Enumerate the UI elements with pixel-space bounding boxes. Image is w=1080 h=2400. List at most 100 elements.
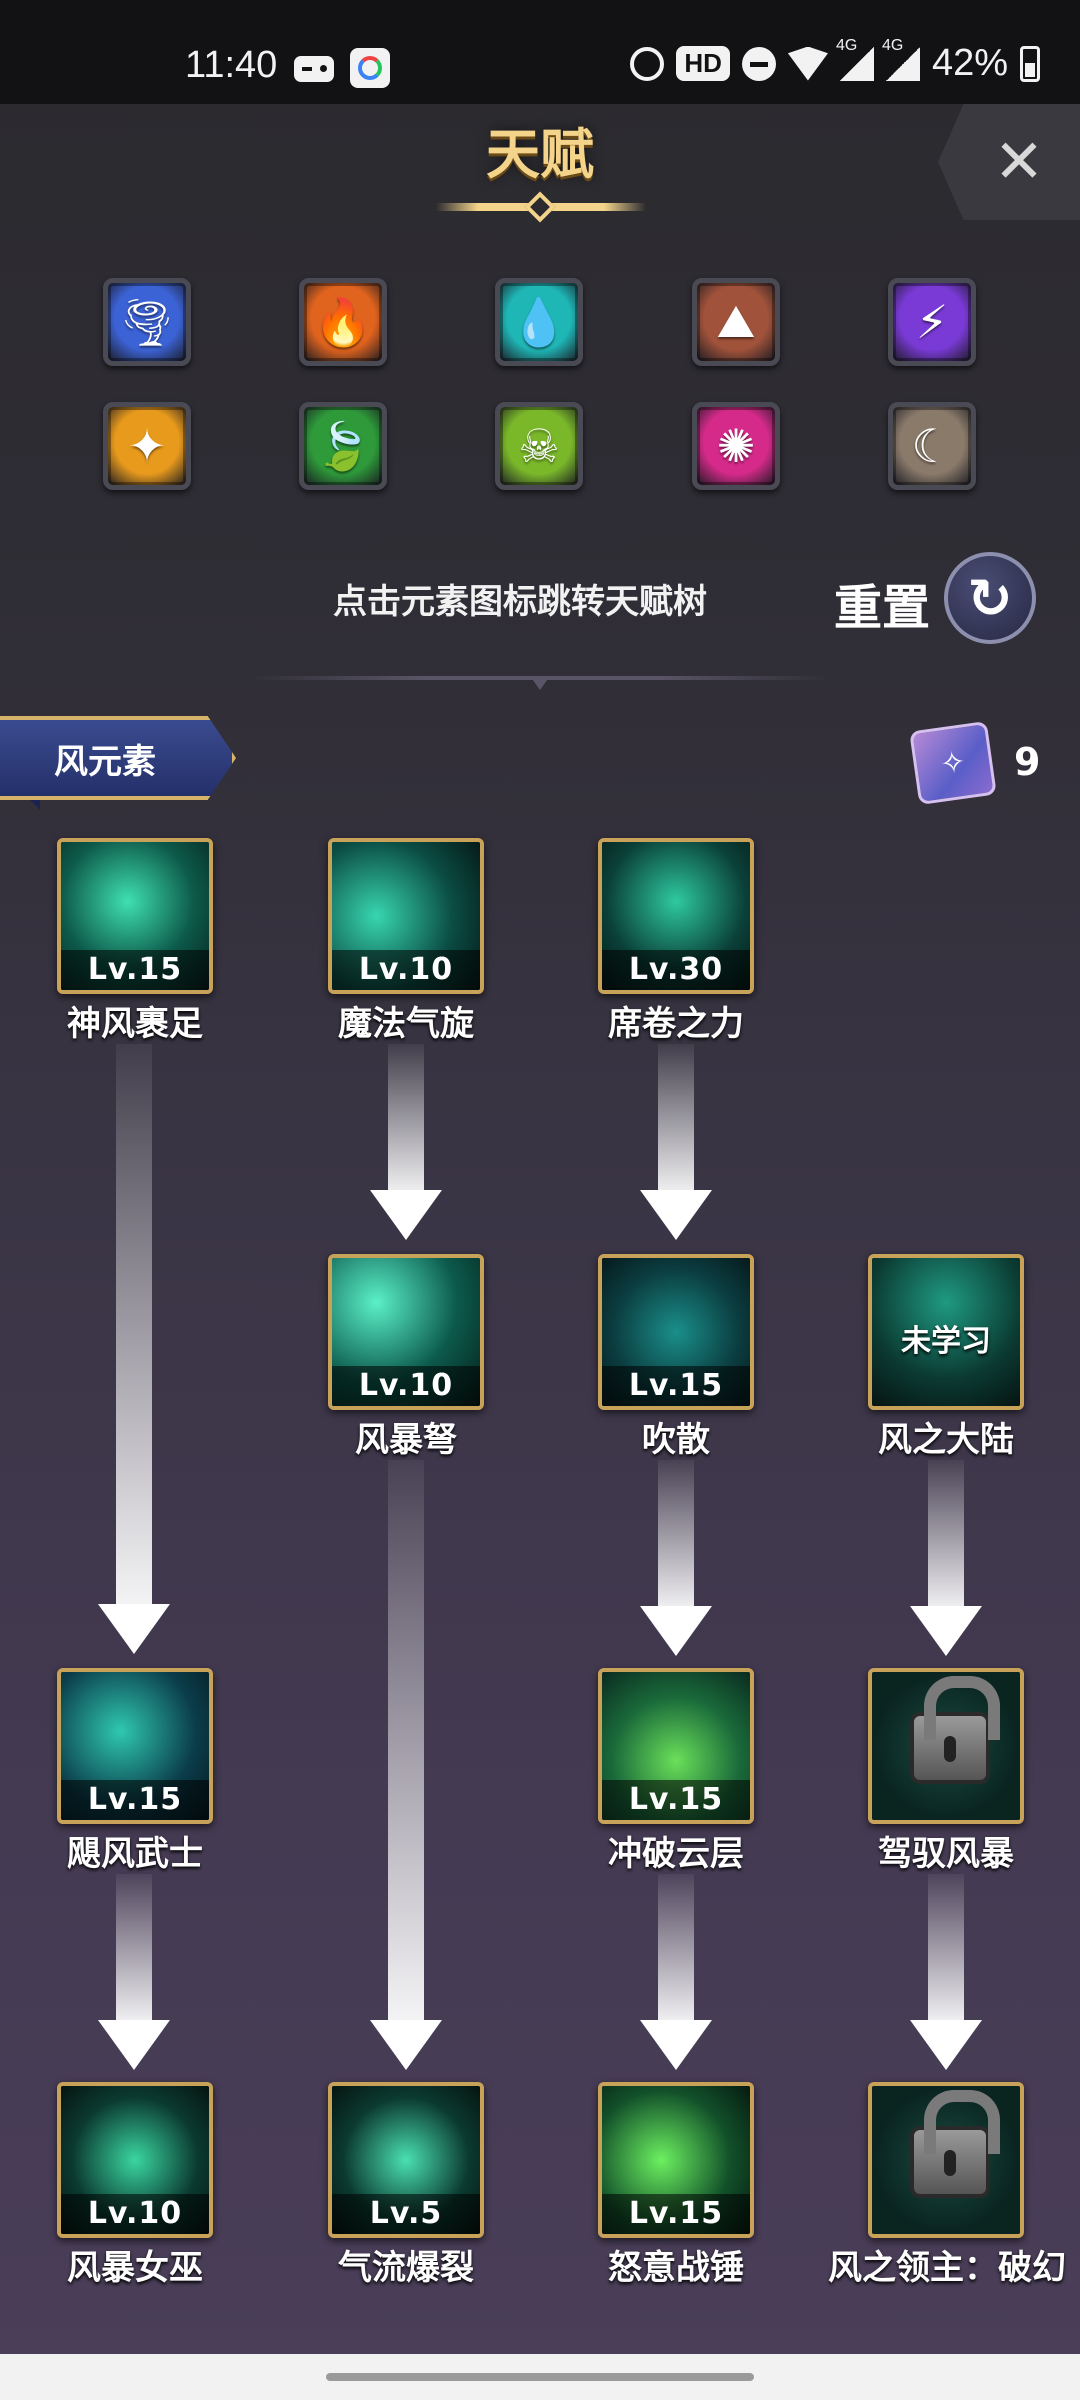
element-button-5[interactable]: ⚡ xyxy=(888,278,976,366)
skill-node-11[interactable]: Lv.5 气流爆裂 xyxy=(328,2082,484,2288)
close-icon: ✕ xyxy=(993,127,1045,197)
water-drop-icon: 💧 xyxy=(510,294,568,349)
skill-node-1[interactable]: Lv.15 神风裹足 xyxy=(57,838,213,1044)
signal-icon-2: 4G xyxy=(882,37,920,81)
skill-level: Lv.15 xyxy=(602,1780,750,1820)
skill-node-5[interactable]: Lv.15 吹散 xyxy=(598,1254,754,1460)
home-indicator[interactable] xyxy=(326,2373,754,2381)
skill-name: 风暴女巫 xyxy=(67,2248,203,2288)
element-button-2[interactable]: 🔥 xyxy=(299,278,387,366)
element-button-7[interactable]: 🍃 xyxy=(299,402,387,490)
skill-status: 未学习 xyxy=(901,1324,991,1359)
banner-label: 风元素 xyxy=(54,741,156,782)
reset-button[interactable]: ↻ xyxy=(944,552,1036,644)
signal-icon-1: 4G xyxy=(836,37,874,81)
skill-icon-frame: 未学习 xyxy=(868,1254,1024,1410)
do-not-disturb-icon xyxy=(741,46,776,81)
arrow-col2-long xyxy=(370,1460,442,2070)
skill-name: 冲破云层 xyxy=(608,1834,744,1874)
skill-name: 风之领主：破幻 xyxy=(828,2248,1066,2288)
gamepad-icon xyxy=(294,56,334,82)
status-indicators: HD 4G 4G 42% xyxy=(630,37,1040,85)
skill-node-12[interactable]: Lv.15 怒意战锤 xyxy=(598,2082,754,2288)
tornado-icon: 🌪 xyxy=(117,294,177,349)
close-button[interactable]: ✕ xyxy=(938,104,1080,220)
element-button-10[interactable]: ☾ xyxy=(888,402,976,490)
element-button-6[interactable]: ✦ xyxy=(103,402,191,490)
skill-node-10[interactable]: Lv.10 风暴女巫 xyxy=(57,2082,213,2288)
title-ornament-icon xyxy=(524,191,556,223)
redo-arrow-icon: ↻ xyxy=(967,566,1013,630)
status-bar: 11:40 HD 4G 4G 42% xyxy=(0,0,1080,104)
skill-node-9[interactable]: 驾驭风暴 xyxy=(868,1668,1024,1874)
skill-node-3[interactable]: Lv.30 席卷之力 xyxy=(598,838,754,1044)
arrow-col3-mid xyxy=(640,1460,712,1656)
skill-node-4[interactable]: Lv.10 风暴弩 xyxy=(328,1254,484,1460)
skill-level: Lv.15 xyxy=(61,1780,209,1820)
skill-name: 风之大陆 xyxy=(878,1420,1014,1460)
skill-icon-frame: Lv.10 xyxy=(328,838,484,994)
skill-level: Lv.10 xyxy=(61,2194,209,2234)
lightning-icon: ⚡ xyxy=(915,295,949,349)
skill-level: Lv.10 xyxy=(332,1366,480,1406)
skill-node-2[interactable]: Lv.10 魔法气旋 xyxy=(328,838,484,1044)
skill-node-6[interactable]: 未学习 风之大陆 xyxy=(868,1254,1024,1460)
wifi-icon xyxy=(787,46,828,81)
skill-level: Lv.15 xyxy=(61,950,209,990)
moon-icon: ☾ xyxy=(911,419,953,473)
element-button-1[interactable]: 🌪 xyxy=(103,278,191,366)
skill-name: 飓风武士 xyxy=(67,1834,203,1874)
skill-name: 席卷之力 xyxy=(608,1004,744,1044)
sun-burst-icon: ✺ xyxy=(716,419,756,473)
reset-label[interactable]: 重置 xyxy=(834,568,930,638)
skill-name: 风暴弩 xyxy=(355,1420,457,1460)
leaf-icon: 🍃 xyxy=(314,418,372,473)
skill-icon-frame: Lv.10 xyxy=(328,1254,484,1410)
skill-name: 怒意战锤 xyxy=(608,2248,744,2288)
arrow-col1-long xyxy=(98,1044,170,1654)
skill-icon-frame: Lv.15 xyxy=(57,1668,213,1824)
skill-node-13[interactable]: 风之领主：破幻 xyxy=(828,2082,1066,2288)
skill-name: 魔法气旋 xyxy=(338,1004,474,1044)
skill-icon-frame: Lv.10 xyxy=(57,2082,213,2238)
hd-voice-badge: HD xyxy=(676,46,730,81)
element-button-4[interactable]: ⛰ xyxy=(692,278,780,366)
skill-name: 驾驭风暴 xyxy=(878,1834,1014,1874)
scroll-count: 9 xyxy=(1014,740,1041,784)
battery-icon xyxy=(1020,45,1040,82)
skill-level: Lv.5 xyxy=(332,2194,480,2234)
earth-crack-icon: ⛰ xyxy=(716,294,756,348)
poison-skull-icon: ☠ xyxy=(518,419,560,473)
skill-level: Lv.15 xyxy=(602,2194,750,2234)
page-title: 天赋 xyxy=(486,123,594,186)
skill-node-8[interactable]: Lv.15 冲破云层 xyxy=(598,1668,754,1874)
fire-icon: 🔥 xyxy=(314,294,372,349)
element-button-3[interactable]: 💧 xyxy=(495,278,583,366)
skill-icon-frame xyxy=(868,2082,1024,2238)
arrow-col4-bottom xyxy=(910,1874,982,2070)
status-time: 11:40 xyxy=(185,44,278,86)
skill-name: 吹散 xyxy=(642,1420,710,1460)
arrow-col4-mid xyxy=(910,1460,982,1656)
arrow-col2-top xyxy=(370,1044,442,1240)
element-banner: 风元素 xyxy=(0,716,236,800)
lock-icon xyxy=(910,1676,1000,1784)
skill-node-7[interactable]: Lv.15 飓风武士 xyxy=(57,1668,213,1874)
element-button-8[interactable]: ☠ xyxy=(495,402,583,490)
arrow-col3-top xyxy=(640,1044,712,1240)
skill-icon-frame: Lv.30 xyxy=(598,838,754,994)
lock-icon xyxy=(910,2090,1000,2198)
skill-level: Lv.30 xyxy=(602,950,750,990)
arrow-col1-bottom xyxy=(98,1874,170,2070)
skill-icon-frame: Lv.15 xyxy=(57,838,213,994)
alarm-icon xyxy=(630,46,665,81)
element-button-9[interactable]: ✺ xyxy=(692,402,780,490)
skill-name: 神风裹足 xyxy=(67,1004,203,1044)
skill-icon-frame xyxy=(868,1668,1024,1824)
skill-icon-frame: Lv.15 xyxy=(598,2082,754,2238)
skill-icon-frame: Lv.5 xyxy=(328,2082,484,2238)
skill-icon-frame: Lv.15 xyxy=(598,1668,754,1824)
skill-level: Lv.15 xyxy=(602,1366,750,1406)
skill-name: 气流爆裂 xyxy=(338,2248,474,2288)
skill-level: Lv.10 xyxy=(332,950,480,990)
